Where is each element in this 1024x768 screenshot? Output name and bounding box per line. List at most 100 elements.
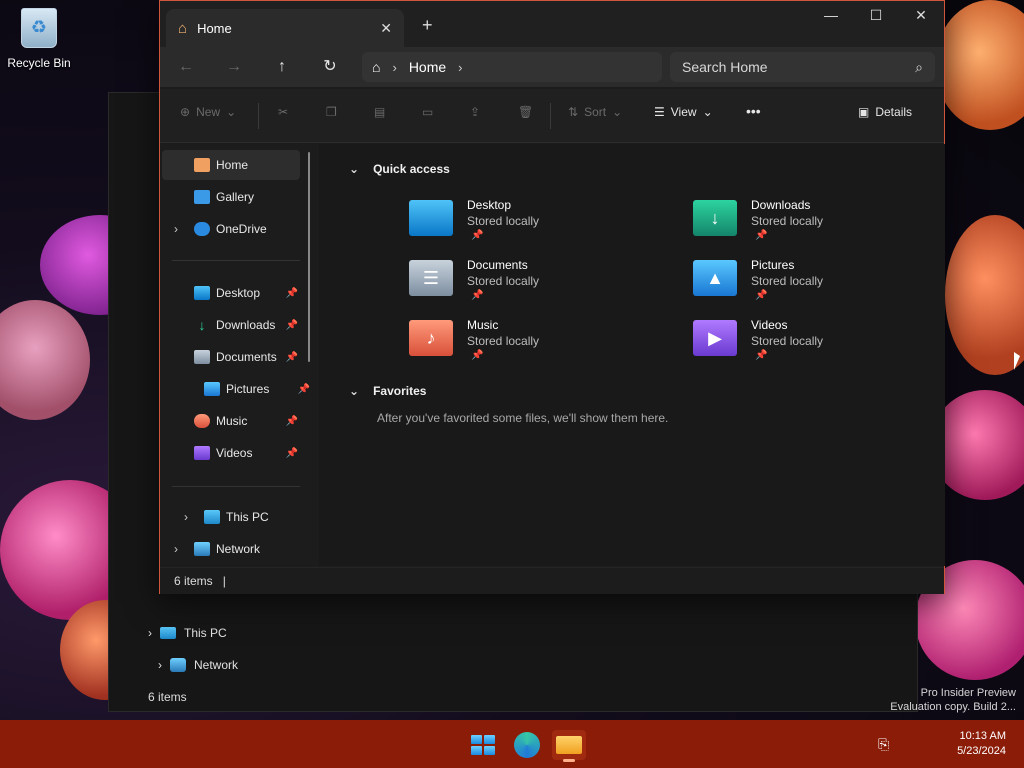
chevron-down-icon: ⌄ (226, 105, 237, 119)
paste-icon[interactable]: ▤ (374, 105, 385, 119)
ghost-sidebar-network: › Network (158, 658, 238, 672)
sidebar-divider (172, 260, 300, 261)
chevron-down-icon[interactable]: ⌄ (349, 162, 359, 176)
clock-date: 5/23/2024 (957, 745, 1006, 757)
sidebar-item-network[interactable]: › Network (162, 534, 300, 564)
chevron-down-icon[interactable]: ⌄ (349, 384, 359, 398)
chevron-right-icon[interactable]: › (392, 60, 396, 75)
windows-logo-tile (484, 735, 495, 744)
close-window-button[interactable]: ✕ (898, 7, 944, 24)
minimize-button[interactable]: — (808, 7, 854, 23)
desktop-folder-icon (194, 286, 210, 300)
quick-access-item-music[interactable]: ♪ Music Stored locally 📌 (409, 318, 649, 370)
sidebar-item-home[interactable]: Home (162, 150, 300, 180)
pin-icon: 📌 (285, 415, 298, 427)
sidebar-item-label: Videos (216, 446, 253, 460)
system-clock[interactable]: 10:13 AM 5/23/2024 (957, 729, 1006, 759)
quick-access-item-documents[interactable]: ☰ Documents Stored locally 📌 (409, 258, 649, 310)
pin-icon: 📌 (285, 319, 298, 331)
refresh-icon[interactable]: ↻ (318, 55, 342, 79)
file-explorer-taskbar-icon[interactable] (552, 730, 586, 762)
this-pc-icon (160, 627, 176, 639)
tab-home[interactable]: ⌂ Home ✕ (166, 9, 404, 47)
favorites-header[interactable]: ⌄ Favorites (349, 384, 426, 398)
view-list-icon: ☰ (654, 105, 665, 119)
watermark-line-2: Evaluation copy. Build 2... (890, 701, 1016, 713)
back-arrow-icon[interactable]: ← (174, 55, 198, 79)
sort-label: Sort (584, 105, 607, 119)
quick-access-header[interactable]: ⌄ Quick access (349, 162, 450, 176)
sidebar-item-downloads[interactable]: ↓ Downloads 📌 (162, 310, 300, 340)
details-button[interactable]: ▣ Details (858, 105, 912, 119)
details-pane-icon: ▣ (858, 105, 870, 119)
rename-icon[interactable]: ▭ (422, 105, 433, 119)
watermark-line-1: Pro Insider Preview (920, 687, 1016, 699)
pin-icon: 📌 (755, 290, 768, 301)
sidebar-item-label: Home (216, 158, 249, 172)
ghost-status-text: 6 items (148, 690, 187, 704)
quick-access-item-pictures[interactable]: ▲ Pictures Stored locally 📌 (693, 258, 933, 310)
quick-access-item-desktop[interactable]: Desktop Stored locally 📌 (409, 198, 649, 250)
ghost-this-pc-label: This PC (184, 626, 227, 640)
breadcrumb[interactable]: ⌂ › Home › (362, 52, 662, 82)
network-icon (170, 658, 186, 672)
delete-icon[interactable]: 🗑 (518, 105, 533, 119)
chevron-right-icon[interactable]: › (174, 542, 178, 556)
main-content: ⌄ Quick access Desktop Stored locally 📌 … (319, 144, 945, 566)
search-placeholder: Search Home (682, 59, 768, 75)
network-status-icon[interactable]: ⎘ (878, 736, 889, 753)
sidebar-item-desktop[interactable]: Desktop 📌 (162, 278, 300, 308)
music-icon (194, 414, 210, 428)
windows-logo-tile (471, 746, 482, 755)
new-button[interactable]: ⊕ New ⌄ (180, 105, 236, 119)
maximize-button[interactable]: ☐ (853, 7, 899, 24)
chevron-right-icon[interactable]: › (184, 510, 188, 524)
sidebar-item-documents[interactable]: Documents 📌 (162, 342, 300, 372)
sidebar-item-label: Music (216, 414, 248, 428)
pin-icon: 📌 (297, 383, 310, 395)
item-name: Music (467, 318, 499, 332)
sidebar-item-label: Gallery (216, 190, 255, 204)
sidebar-item-label: Downloads (216, 318, 276, 332)
start-button[interactable] (466, 730, 500, 760)
recycle-bin-label: Recycle Bin (7, 56, 71, 70)
sidebar-item-videos[interactable]: Videos 📌 (162, 438, 300, 468)
quick-access-item-videos[interactable]: ▶ Videos Stored locally 📌 (693, 318, 933, 370)
sidebar-item-onedrive[interactable]: › OneDrive (162, 214, 300, 244)
pictures-icon (204, 382, 220, 396)
download-arrow-icon: ↓ (198, 317, 206, 333)
chevron-right-icon[interactable]: › (458, 60, 462, 75)
clock-time: 10:13 AM (959, 730, 1006, 742)
share-icon[interactable]: ⇪ (470, 105, 480, 119)
up-arrow-icon[interactable]: ↑ (270, 55, 294, 79)
recycle-bin-shortcut[interactable]: Recycle Bin (6, 8, 72, 72)
pin-icon: 📌 (285, 287, 298, 299)
sidebar-item-label: Desktop (216, 286, 261, 300)
breadcrumb-home[interactable]: Home (409, 59, 446, 75)
search-icon: ⌕ (915, 58, 923, 75)
search-input[interactable]: Search Home ⌕ (670, 52, 935, 82)
sidebar-item-label: OneDrive (216, 222, 267, 236)
sidebar-item-this-pc[interactable]: › This PC (172, 502, 310, 532)
new-tab-button[interactable]: + (422, 15, 433, 36)
view-button[interactable]: ☰ View ⌄ (654, 105, 713, 119)
nav-scrollbar[interactable] (308, 152, 310, 362)
copy-icon[interactable]: ❐ (326, 105, 337, 119)
cut-icon[interactable]: ✂ (278, 105, 288, 119)
home-icon[interactable]: ⌂ (372, 59, 380, 75)
forward-arrow-icon[interactable]: → (222, 55, 246, 79)
sort-button[interactable]: ⇅ Sort ⌄ (568, 105, 622, 119)
sidebar-item-pictures[interactable]: Pictures 📌 (162, 374, 310, 404)
edge-browser-icon[interactable] (510, 730, 544, 760)
item-subtitle: Stored locally (467, 274, 540, 288)
sidebar-item-music[interactable]: Music 📌 (162, 406, 300, 436)
pin-icon: 📌 (471, 290, 484, 301)
quick-access-item-downloads[interactable]: ↓ Downloads Stored locally 📌 (693, 198, 933, 250)
pin-icon: 📌 (285, 447, 298, 459)
chevron-right-icon[interactable]: › (174, 222, 178, 236)
item-name: Videos (751, 318, 788, 332)
sidebar-item-gallery[interactable]: Gallery (162, 182, 300, 212)
quick-access-title: Quick access (373, 162, 450, 176)
more-options-button[interactable]: ••• (746, 103, 761, 119)
close-tab-icon[interactable]: ✕ (380, 20, 392, 37)
